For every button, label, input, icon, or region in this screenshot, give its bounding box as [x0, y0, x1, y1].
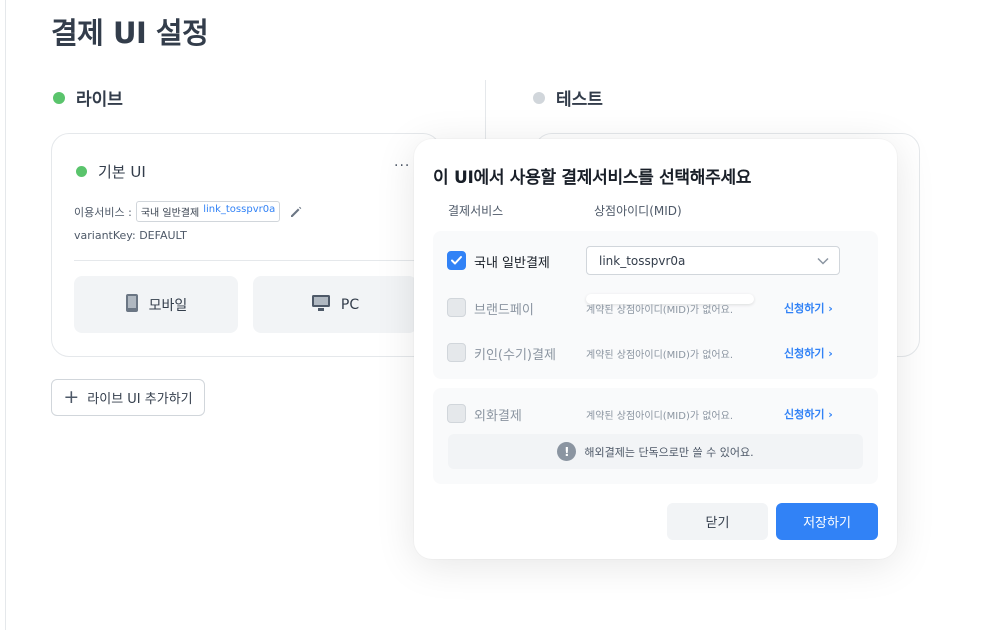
ui-card-title: 기본 UI [76, 161, 146, 182]
test-section-label: 테스트 [556, 90, 603, 110]
add-live-ui-button[interactable]: + 라이브 UI 추가하기 [51, 379, 205, 416]
foreign-checkbox[interactable] [447, 404, 466, 423]
ui-name: 기본 UI [98, 163, 146, 181]
test-section-header: 테스트 [533, 85, 603, 110]
service-tag-name: 국내 일반결제 [140, 208, 200, 219]
domestic-label: 국내 일반결제 [474, 256, 550, 271]
more-options-icon[interactable]: ··· [394, 158, 410, 174]
check-icon [451, 256, 462, 265]
service-row: 이용서비스 : 국내 일반결제 link_tosspvr0a [74, 201, 303, 222]
service-row-keyin: 키인(수기)결제 계약된 상점아이디(MID)가 없어요. 신청하기 › [433, 338, 878, 368]
mobile-button[interactable]: 모바일 [74, 276, 238, 333]
brandpay-label: 브랜드페이 [474, 303, 534, 318]
column-header-service: 결제서비스 [448, 204, 504, 218]
service-row-foreign: 외화결제 계약된 상점아이디(MID)가 없어요. 신청하기 › [433, 399, 878, 429]
live-section-header: 라이브 [53, 85, 123, 110]
foreign-message: 계약된 상점아이디(MID)가 없어요. [586, 411, 734, 422]
add-live-ui-label: 라이브 UI 추가하기 [87, 392, 193, 407]
service-tag: 국내 일반결제 link_tosspvr0a [135, 201, 281, 222]
live-status-dot [53, 91, 65, 104]
pencil-icon[interactable] [289, 205, 303, 219]
service-group: 국내 일반결제 link_tosspvr0a 브랜드페이 계약된 상점아이디(M… [433, 231, 878, 379]
service-row-brandpay: 브랜드페이 계약된 상점아이디(MID)가 없어요. 신청하기 › [433, 293, 878, 323]
exclamation-icon: ! [557, 442, 577, 461]
service-row-domestic: 국내 일반결제 link_tosspvr0a [433, 246, 878, 304]
mid-select-value: link_tosspvr0a [599, 253, 686, 268]
ui-status-dot [76, 166, 87, 177]
live-section-label: 라이브 [76, 90, 123, 110]
payment-service-modal: 이 UI에서 사용할 결제서비스를 선택해주세요 결제서비스 상점아이디(MID… [414, 139, 897, 559]
foreign-group: 외화결제 계약된 상점아이디(MID)가 없어요. 신청하기 › ! 해외결제는… [433, 388, 878, 484]
brandpay-apply-link[interactable]: 신청하기 › [784, 300, 833, 316]
modal-title: 이 UI에서 사용할 결제서비스를 선택해주세요 [433, 168, 752, 188]
page-title: 결제 UI 설정 [51, 16, 209, 50]
save-button[interactable]: 저장하기 [776, 503, 878, 540]
pc-button[interactable]: PC [253, 276, 417, 333]
variant-key: variantKey: DEFAULT [74, 229, 187, 242]
mobile-label: 모바일 [148, 297, 188, 314]
live-ui-card: 기본 UI ··· 이용서비스 : 국내 일반결제 link_tosspvr0a… [51, 133, 441, 357]
foreign-info-box: ! 해외결제는 단독으로만 쓸 수 있어요. [448, 434, 863, 469]
service-tag-mid: link_tosspvr0a [203, 204, 276, 215]
keyin-message: 계약된 상점아이디(MID)가 없어요. [586, 350, 734, 361]
keyin-apply-link[interactable]: 신청하기 › [784, 345, 833, 361]
pc-label: PC [340, 296, 360, 313]
foreign-apply-link[interactable]: 신청하기 › [784, 406, 833, 422]
close-button[interactable]: 닫기 [667, 503, 768, 540]
brandpay-checkbox[interactable] [447, 298, 466, 317]
mobile-icon [125, 293, 139, 317]
brandpay-message: 계약된 상점아이디(MID)가 없어요. [586, 305, 734, 316]
domestic-checkbox[interactable] [447, 251, 466, 270]
mid-select[interactable]: link_tosspvr0a [586, 246, 840, 275]
foreign-label: 외화결제 [474, 409, 522, 424]
chevron-down-icon [817, 254, 829, 268]
left-border [5, 0, 6, 630]
card-divider [74, 260, 420, 261]
plus-icon: + [63, 386, 80, 408]
column-header-mid: 상점아이디(MID) [594, 204, 682, 218]
service-label: 이용서비스 : [74, 205, 132, 219]
keyin-label: 키인(수기)결제 [474, 348, 556, 363]
foreign-info-text: 해외결제는 단독으로만 쓸 수 있어요. [584, 445, 754, 459]
monitor-icon [311, 294, 331, 316]
test-status-dot [533, 91, 545, 104]
keyin-checkbox[interactable] [447, 343, 466, 362]
